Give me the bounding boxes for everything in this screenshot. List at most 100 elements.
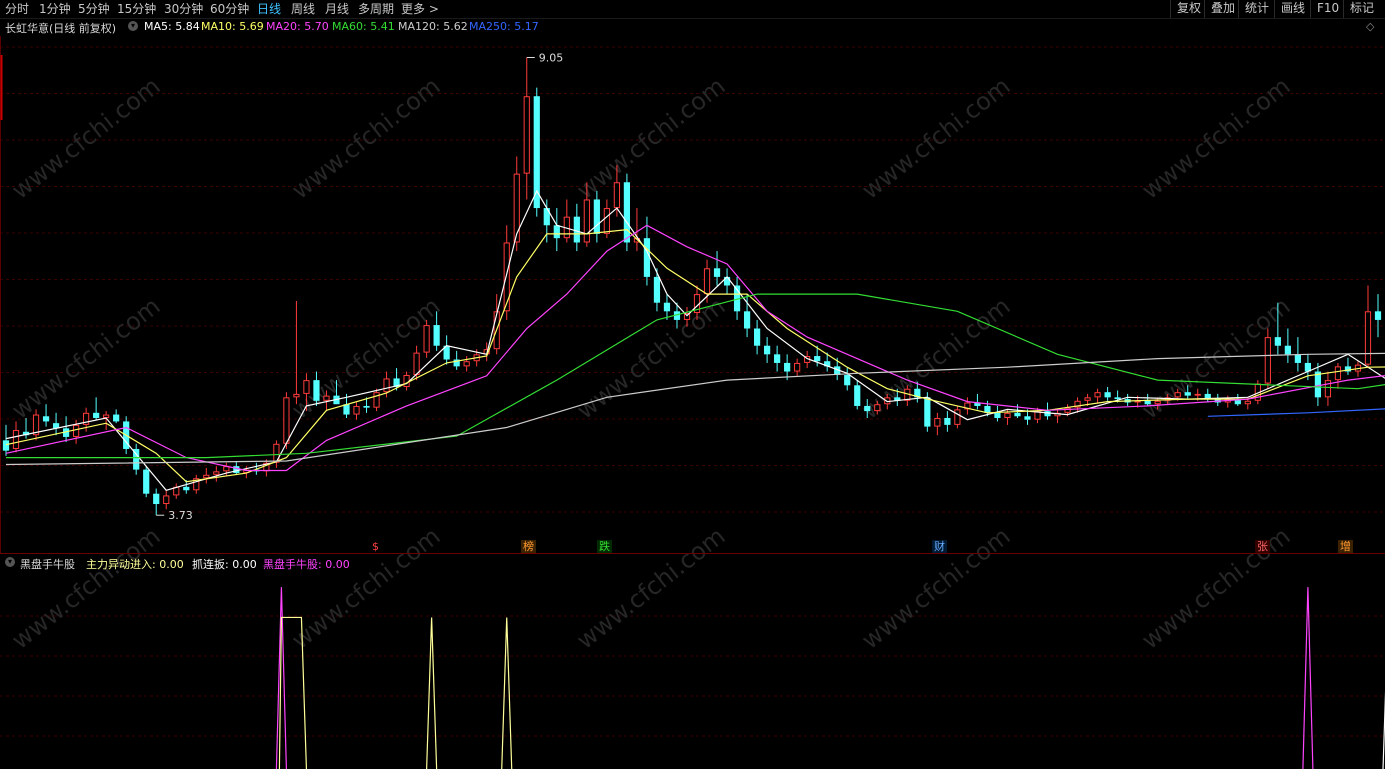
period-tab-4[interactable]: 30分钟 xyxy=(164,1,203,17)
candle-body xyxy=(1274,337,1281,346)
toolbar: 分时 1分钟 5分钟 15分钟 30分钟 60分钟 日线 周线 月线 多周期 更多 > 复权 叠加 统计画… xyxy=(0,0,1385,19)
watermark-text: www.cfchi.com xyxy=(856,72,1015,205)
ma250-value: MA250: 5.17 xyxy=(469,20,539,33)
period-tab-6[interactable]: 日线 xyxy=(257,1,281,17)
low-label: 3.73 xyxy=(168,509,193,522)
watermark-text: www.cfchi.com xyxy=(1136,72,1295,205)
candle-body xyxy=(313,380,320,401)
candle-body xyxy=(764,345,771,355)
ma60-value: MA60: 5.41 xyxy=(332,20,395,33)
candle-body xyxy=(1374,311,1382,320)
candle-body xyxy=(1144,400,1151,405)
toolbar-button-1[interactable]: 叠加 xyxy=(1204,0,1241,18)
period-tab-8[interactable]: 月线 xyxy=(325,1,349,17)
candle-body xyxy=(874,404,881,412)
candle-body xyxy=(593,199,600,234)
toolbar-button-0[interactable]: 复权 xyxy=(1170,0,1207,18)
watermark-text: www.cfchi.com xyxy=(571,292,730,425)
event-mark[interactable]: $ xyxy=(370,540,381,553)
event-mark[interactable]: 财 xyxy=(932,540,947,553)
period-tab-7[interactable]: 周线 xyxy=(291,1,315,17)
event-mark[interactable]: 跌 xyxy=(597,540,612,553)
signal-spike xyxy=(501,617,513,769)
toolbar-button-3[interactable]: 画线 xyxy=(1274,0,1311,18)
watermark-text: www.cfchi.com xyxy=(286,522,445,655)
candle-body xyxy=(643,238,651,277)
period-tab-2[interactable]: 5分钟 xyxy=(78,1,110,17)
candle-body xyxy=(954,409,961,425)
signal-spike xyxy=(275,587,288,769)
watermark-text: www.cfchi.com xyxy=(1136,522,1295,655)
event-mark[interactable]: 张 xyxy=(1255,540,1270,553)
ma20-value: MA20: 5.70 xyxy=(266,20,329,33)
candle-body xyxy=(233,466,240,474)
candle-body xyxy=(1294,354,1301,363)
candle-body xyxy=(183,486,190,491)
candle-body xyxy=(1194,393,1201,396)
signal-spike xyxy=(426,617,438,769)
candle-body xyxy=(623,182,631,243)
candle-body xyxy=(293,393,300,398)
period-tab-1[interactable]: 1分钟 xyxy=(39,1,71,17)
watermark-text: www.cfchi.com xyxy=(286,72,445,205)
watermark-text: www.cfchi.com xyxy=(571,522,730,655)
candle-body xyxy=(1004,412,1011,418)
candle-body xyxy=(844,374,851,386)
candle-body xyxy=(1364,311,1372,365)
candle-body xyxy=(503,242,510,312)
heipan-value: 黑盘手牛股: 0.00 xyxy=(263,558,350,571)
candle-body xyxy=(553,225,560,239)
candle-body xyxy=(2,440,10,451)
chart-canvas: www.cfchi.com www.cfchi.com www.cfchi.com w… xyxy=(0,36,1385,769)
candle-body xyxy=(463,361,470,367)
candle-body xyxy=(1334,366,1342,381)
candle-body xyxy=(1104,392,1111,398)
candle-body xyxy=(143,469,150,494)
candle-body xyxy=(433,325,440,346)
candle-body xyxy=(153,493,160,505)
main-legend: 长虹华意(日线 前复权) ▾ MA5: 5.84 MA10: 5.69 MA20… xyxy=(5,20,1375,35)
watermark-text: www.cfchi.com xyxy=(571,72,730,205)
period-tab-9[interactable]: 多周期 xyxy=(358,1,394,17)
period-tab-3[interactable]: 15分钟 xyxy=(117,1,156,17)
candle-body xyxy=(934,417,941,427)
candle-body xyxy=(163,495,170,505)
candle-body xyxy=(713,268,721,277)
ma250-line xyxy=(1207,408,1385,417)
diamond-icon[interactable]: ◇ xyxy=(1366,20,1374,33)
candle-body xyxy=(663,302,671,312)
candle-body xyxy=(924,397,931,427)
candle-body xyxy=(12,430,20,449)
toolbar-button-2[interactable]: 统计 xyxy=(1238,0,1275,18)
candle-body xyxy=(613,182,620,209)
candle-body xyxy=(383,378,390,393)
period-tab-0[interactable]: 分时 xyxy=(5,1,29,17)
candle-body xyxy=(413,352,420,375)
toolbar-button-5[interactable]: 标记 xyxy=(1343,0,1380,18)
sub-title: 黑盘手牛股 xyxy=(20,558,75,571)
ma5-value: MA5: 5.84 xyxy=(144,20,200,33)
candle-body xyxy=(723,276,731,286)
candle-body xyxy=(864,405,871,412)
toolbar-button-4[interactable]: F10 xyxy=(1310,0,1345,18)
candle-body xyxy=(1084,397,1091,401)
signal-spike xyxy=(1302,587,1314,769)
ma10-line xyxy=(5,228,1385,483)
event-mark[interactable]: 榜 xyxy=(521,540,536,553)
high-label: 9.05 xyxy=(539,52,564,65)
candle-body xyxy=(794,362,801,372)
candle-body xyxy=(1244,400,1251,405)
candle-body xyxy=(743,311,751,329)
candle-body xyxy=(1114,397,1121,400)
period-tab-5[interactable]: 60分钟 xyxy=(210,1,249,17)
candle-body xyxy=(1184,392,1191,396)
candle-body xyxy=(323,395,330,401)
event-mark[interactable]: 增 xyxy=(1338,540,1353,553)
candle-body xyxy=(213,471,220,475)
candle-body xyxy=(423,325,430,353)
period-tab-10[interactable]: 更多 > xyxy=(401,1,439,17)
ma120-value: MA120: 5.62 xyxy=(398,20,468,33)
candle-body xyxy=(523,96,530,174)
ma10-value: MA10: 5.69 xyxy=(201,20,264,33)
candle-body xyxy=(72,424,80,437)
